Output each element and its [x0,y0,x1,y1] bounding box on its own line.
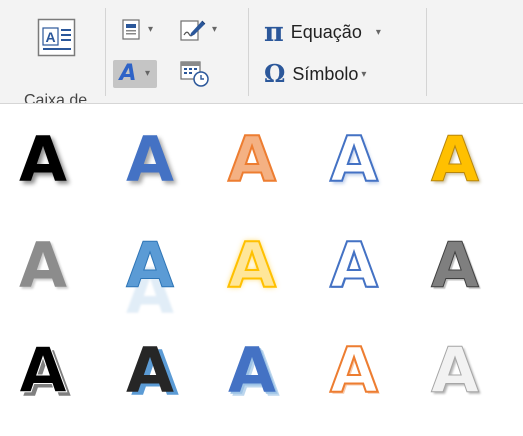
group-separator [105,8,106,96]
text-box-button[interactable]: A Caixa de [22,14,92,103]
quick-parts-icon [122,19,142,41]
wordart-button[interactable]: A ▾ [113,60,158,88]
wordart-icon: A [119,61,137,86]
wordart-style-black-fill-shadow[interactable]: A [0,115,88,205]
wordart-style-gray-gradient[interactable]: A [0,221,88,311]
equation-label: Equação [290,21,362,42]
svg-text:A: A [45,29,55,45]
chevron-down-icon: ▾ [361,68,367,80]
wordart-style-yellow-glow[interactable]: A [207,221,297,311]
wordart-style-white-orange-outline[interactable]: A [309,326,399,416]
date-time-button[interactable] [180,60,210,88]
symbol-button[interactable]: Ω Símbolo ▾ [264,59,366,89]
group-separator [426,8,427,96]
text-box-icon: A [37,18,77,63]
wordart-style-white-double-outline-blue[interactable]: A [309,221,399,311]
wordart-style-gold-gradient[interactable]: A [410,115,500,205]
wordart-style-blue-fill-shadow[interactable]: A [105,115,195,205]
symbol-label: Símbolo [292,63,359,84]
wordart-style-black-blue-shadow[interactable]: A [105,326,195,416]
wordart-style-blue-reflection[interactable]: A [105,221,195,311]
group-separator [248,8,249,96]
chevron-down-icon: ▾ [148,24,154,35]
wordart-style-white-outline-blue[interactable]: A [309,115,399,205]
wordart-style-gray-bevel[interactable]: A [410,221,500,311]
equation-button[interactable]: π Equação ▾ [264,17,381,47]
wordart-gallery: A A A A A A A A A A A A A A A [0,104,523,436]
quick-parts-button[interactable]: ▾ [122,16,153,44]
chevron-down-icon: ▾ [212,24,218,35]
insert-ribbon-text-group: A Caixa de ▾ ▾ A ▾ π Equação ▾ Ω Símbolo… [0,0,523,104]
signature-line-button[interactable]: ▾ [180,16,217,44]
text-box-label: Caixa de [24,92,88,104]
date-time-icon [180,60,210,88]
wordart-style-black-outline-shadow[interactable]: A [0,326,88,416]
chevron-down-icon: ▾ [145,68,151,79]
pi-icon: π [264,16,284,48]
wordart-style-white-gray-bevel[interactable]: A [410,326,500,416]
wordart-style-orange-fill-outline[interactable]: A [207,115,297,205]
signature-line-icon [180,18,206,42]
wordart-style-blue-3d[interactable]: A [207,326,297,416]
chevron-down-icon: ▾ [375,26,381,38]
omega-icon: Ω [264,59,286,88]
